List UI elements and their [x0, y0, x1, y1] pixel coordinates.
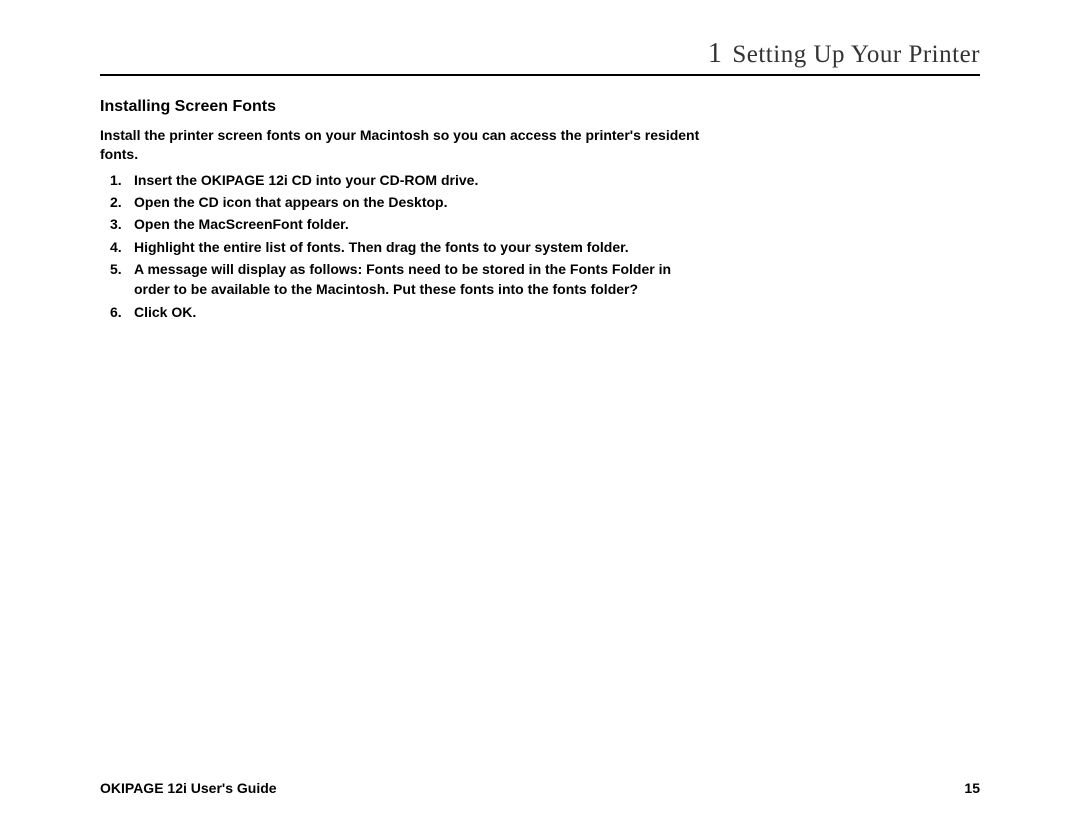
section-intro: Install the printer screen fonts on your… [100, 126, 710, 164]
step-text: Insert the OKIPAGE 12i CD into your CD-R… [134, 172, 478, 188]
section-heading: Installing Screen Fonts [100, 98, 980, 116]
step-text: Highlight the entire list of fonts. Then… [134, 239, 629, 255]
page-footer: OKIPAGE 12i User's Guide 15 [100, 780, 980, 796]
page-number: 15 [964, 780, 980, 796]
step-item: 1. Insert the OKIPAGE 12i CD into your C… [134, 170, 700, 190]
step-item: 3. Open the MacScreenFont folder. [134, 214, 700, 234]
chapter-number: 1 [708, 38, 722, 69]
page-content: 1 Setting Up Your Printer Installing Scr… [0, 0, 1080, 322]
chapter-header: 1 Setting Up Your Printer [100, 38, 980, 76]
footer-left: OKIPAGE 12i User's Guide [100, 780, 277, 796]
step-text: A message will display as follows: Fonts… [134, 261, 671, 297]
steps-list: 1. Insert the OKIPAGE 12i CD into your C… [100, 170, 700, 322]
step-number: 6. [110, 302, 122, 322]
step-text: Click OK. [134, 304, 196, 320]
step-number: 2. [110, 192, 122, 212]
step-number: 1. [110, 170, 122, 190]
step-item: 4. Highlight the entire list of fonts. T… [134, 237, 700, 257]
step-item: 5. A message will display as follows: Fo… [134, 259, 700, 300]
step-text: Open the MacScreenFont folder. [134, 216, 349, 232]
footer-model: 12i [167, 780, 186, 796]
step-number: 5. [110, 259, 122, 279]
footer-guide: User's Guide [191, 780, 277, 796]
step-number: 4. [110, 237, 122, 257]
step-item: 2. Open the CD icon that appears on the … [134, 192, 700, 212]
step-number: 3. [110, 214, 122, 234]
step-item: 6. Click OK. [134, 302, 700, 322]
footer-product: OKIPAGE [100, 780, 164, 796]
step-text: Open the CD icon that appears on the Des… [134, 194, 447, 210]
chapter-title: Setting Up Your Printer [732, 41, 980, 68]
